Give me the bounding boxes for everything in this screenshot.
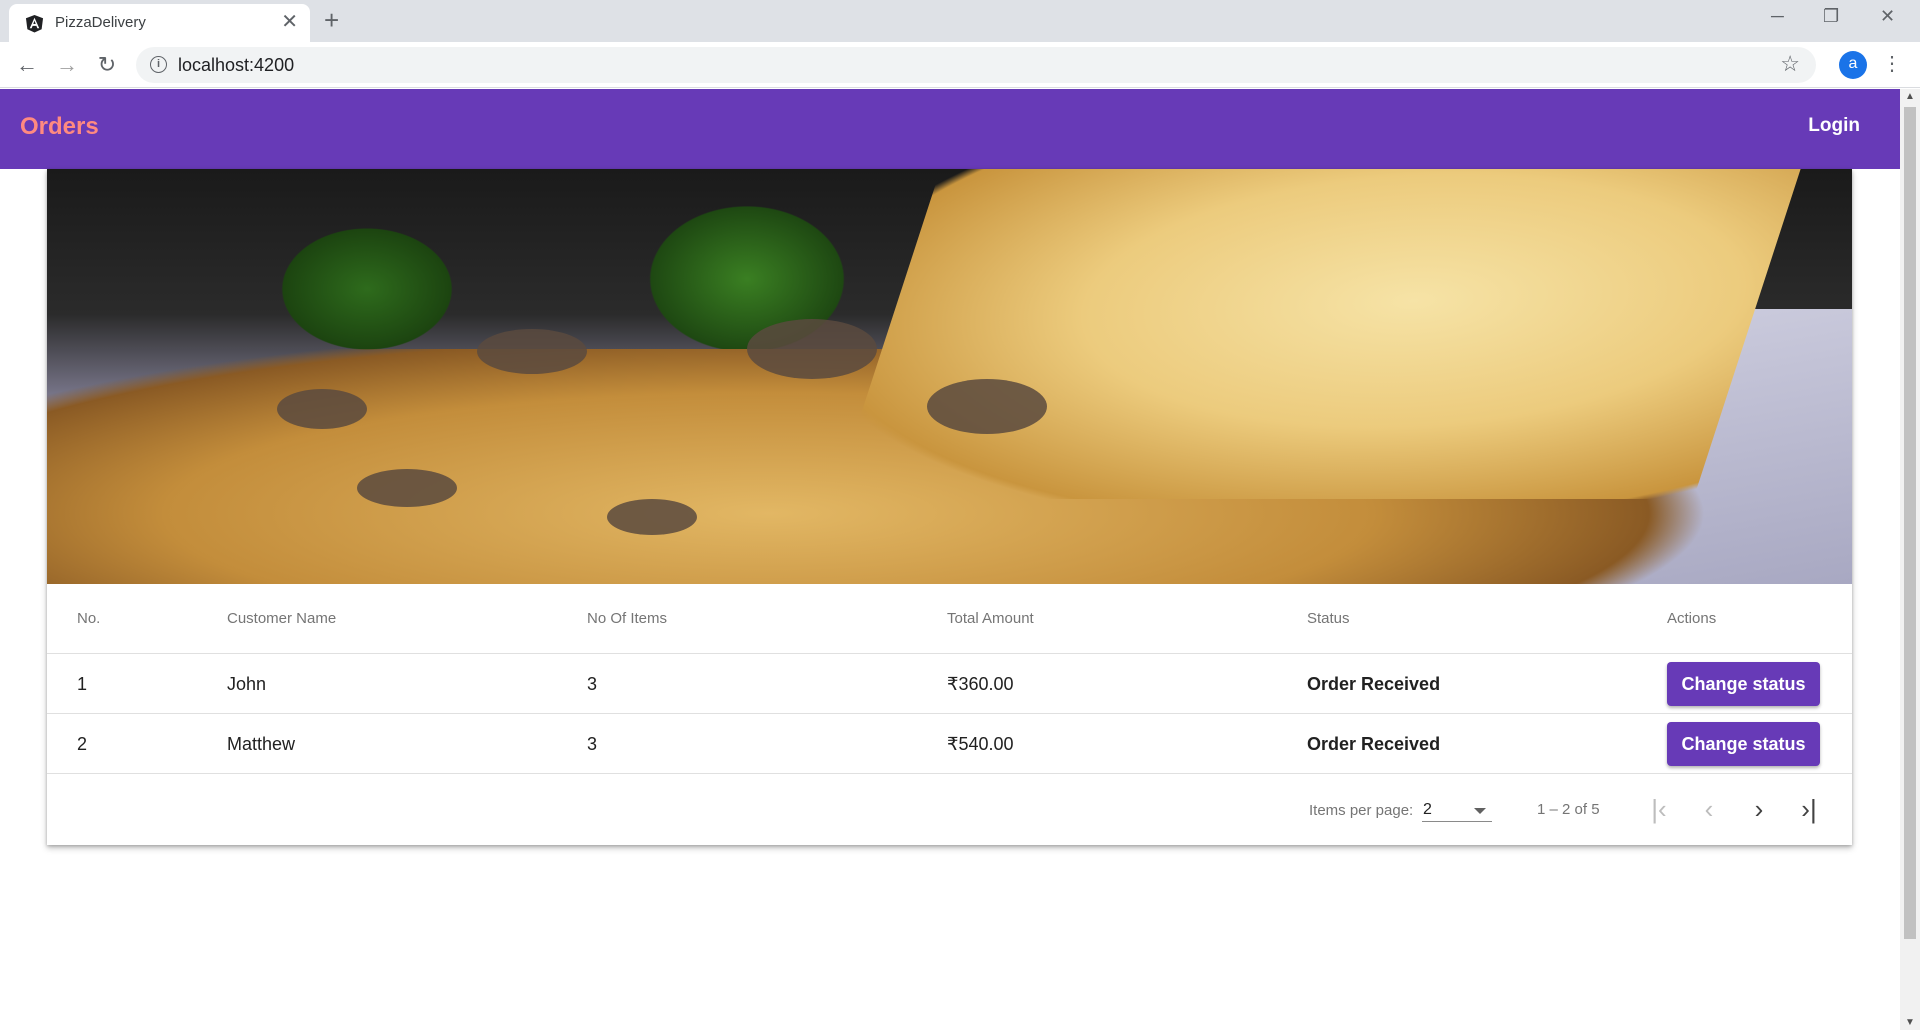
cell-no-of-items: 3 xyxy=(587,674,598,694)
tab-title: PizzaDelivery xyxy=(55,14,146,31)
reload-icon[interactable]: ↻ xyxy=(92,50,122,80)
app-toolbar: Orders Login xyxy=(0,89,1900,169)
minimize-icon[interactable]: ─ xyxy=(1771,6,1784,26)
table-header-row: No. Customer Name No Of Items Total Amou… xyxy=(47,584,1852,654)
next-page-icon[interactable]: › xyxy=(1741,792,1777,828)
page-range-label: 1 – 2 of 5 xyxy=(1537,801,1600,818)
first-page-icon[interactable]: |‹ xyxy=(1641,792,1677,828)
previous-page-icon[interactable]: ‹ xyxy=(1691,792,1727,828)
bookmark-star-icon[interactable]: ☆ xyxy=(1780,51,1800,77)
browser-menu-icon[interactable]: ⋮ xyxy=(1882,51,1902,76)
header-status: Status xyxy=(1307,610,1350,627)
hero-mushroom xyxy=(277,389,367,429)
paginator: Items per page: 2 1 – 2 of 5 |‹ ‹ › ›| xyxy=(47,774,1852,845)
hero-pizza-slice xyxy=(833,169,1801,499)
hero-mushroom xyxy=(357,469,457,507)
back-icon[interactable]: ← xyxy=(12,50,42,80)
header-no: No. xyxy=(77,610,101,627)
hero-mushroom xyxy=(477,329,587,374)
scrollbar-thumb[interactable] xyxy=(1904,107,1916,939)
cell-no: 2 xyxy=(77,734,88,754)
items-per-page-value: 2 xyxy=(1423,801,1432,818)
profile-avatar[interactable]: a xyxy=(1839,51,1867,79)
hero-mushroom xyxy=(927,379,1047,434)
items-per-page-label: Items per page: xyxy=(1309,802,1414,819)
cell-status: Order Received xyxy=(1307,674,1441,694)
address-bar[interactable]: i localhost:4200 ☆ xyxy=(136,47,1816,83)
change-status-button[interactable]: Change status xyxy=(1667,722,1820,766)
cell-no-of-items: 3 xyxy=(587,734,598,754)
page-viewport: Orders Login No. Customer Name No Of Ite… xyxy=(0,89,1900,1030)
restore-icon[interactable]: ❐ xyxy=(1823,6,1839,26)
table-row: 2 Matthew 3 ₹540.00 Order Received Chang… xyxy=(47,714,1852,774)
scroll-down-arrow-icon[interactable]: ▼ xyxy=(1905,1017,1915,1028)
cell-total-amount: ₹540.00 xyxy=(947,734,1014,754)
dropdown-arrow-icon xyxy=(1474,808,1486,814)
last-page-icon[interactable]: ›| xyxy=(1791,792,1827,828)
header-total-amount: Total Amount xyxy=(947,610,1034,627)
angular-logo-icon xyxy=(25,14,44,33)
browser-tab-bar: PizzaDelivery ✕ + ─ ❐ ✕ xyxy=(0,0,1920,42)
new-tab-icon[interactable]: + xyxy=(324,7,339,33)
change-status-button[interactable]: Change status xyxy=(1667,662,1820,706)
forward-icon[interactable]: → xyxy=(52,50,82,80)
cell-no: 1 xyxy=(77,674,88,694)
hero-mushroom xyxy=(747,319,877,379)
table-row: 1 John 3 ₹360.00 Order Received Change s… xyxy=(47,654,1852,714)
page-scrollbar[interactable]: ▲ ▼ xyxy=(1900,89,1920,1030)
cell-customer-name: John xyxy=(227,674,267,694)
orders-table: No. Customer Name No Of Items Total Amou… xyxy=(47,584,1852,774)
items-per-page-select[interactable]: 2 xyxy=(1422,798,1492,822)
scroll-up-arrow-icon[interactable]: ▲ xyxy=(1905,91,1915,102)
tab-close-icon[interactable]: ✕ xyxy=(281,12,298,32)
header-customer-name: Customer Name xyxy=(227,610,337,627)
browser-tab[interactable]: PizzaDelivery ✕ xyxy=(9,4,310,42)
page-title[interactable]: Orders xyxy=(20,113,99,141)
hero-mushroom xyxy=(607,499,697,535)
browser-toolbar: ← → ↻ i localhost:4200 ☆ a ⋮ xyxy=(0,42,1920,88)
cell-status: Order Received xyxy=(1307,734,1441,754)
url-text: localhost:4200 xyxy=(178,55,295,75)
cell-customer-name: Matthew xyxy=(227,734,296,754)
site-info-icon[interactable]: i xyxy=(150,56,167,73)
login-button[interactable]: Login xyxy=(1808,115,1860,137)
header-actions: Actions xyxy=(1667,610,1717,627)
header-no-of-items: No Of Items xyxy=(587,610,668,627)
orders-card: No. Customer Name No Of Items Total Amou… xyxy=(47,169,1852,845)
cell-total-amount: ₹360.00 xyxy=(947,674,1014,694)
close-window-icon[interactable]: ✕ xyxy=(1880,6,1895,26)
pizza-hero-image xyxy=(47,169,1852,584)
